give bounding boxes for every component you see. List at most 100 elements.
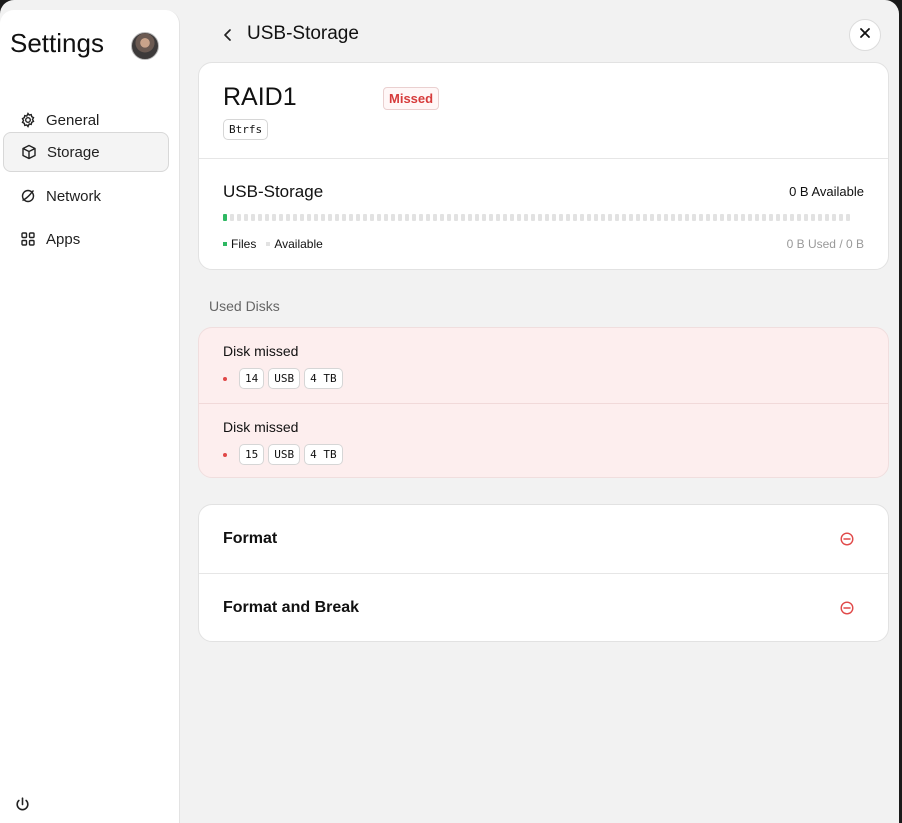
filesystem-tag: Btrfs — [223, 119, 269, 140]
usage-bar-segment — [811, 214, 815, 221]
list-item[interactable]: Disk missed 15 USB 4 TB — [199, 404, 888, 477]
usage-text: 0 B Used / 0 B — [786, 237, 864, 251]
available-text: 0 B Available — [789, 184, 864, 199]
available-legend-dot — [266, 242, 271, 246]
disk-meta: 15 USB 4 TB — [223, 444, 343, 465]
usage-bar-segment — [482, 214, 486, 221]
usage-bar-segment — [503, 214, 507, 221]
usage-bar-segment — [685, 214, 689, 221]
usage-bar-segment — [720, 214, 724, 221]
legend-files: Files — [231, 237, 257, 251]
close-icon — [859, 26, 871, 44]
usage-bar-segment — [573, 214, 577, 221]
usage-bar-segment — [832, 214, 836, 221]
usage-bar-segment — [608, 214, 612, 221]
sidebar-item-network[interactable]: Network — [3, 176, 169, 216]
usage-bar-segment — [265, 214, 269, 221]
sidebar-item-storage[interactable]: Storage — [3, 132, 169, 172]
usage-bar-segment — [223, 214, 227, 221]
usage-bar-segment — [748, 214, 752, 221]
usage-bar-segment — [454, 214, 458, 221]
close-button[interactable] — [849, 19, 881, 51]
usage-bar-segment — [797, 214, 801, 221]
usage-bar-segment — [545, 214, 549, 221]
format-and-break-button[interactable]: Format and Break — [199, 574, 888, 641]
usage-bar-segment — [426, 214, 430, 221]
usage-bar-segment — [300, 214, 304, 221]
usage-bar-segment — [391, 214, 395, 221]
usage-bar-segment — [237, 214, 241, 221]
usage-bar-segment — [615, 214, 619, 221]
usage-bar-segment — [321, 214, 325, 221]
list-item[interactable]: Disk missed 14 USB 4 TB — [199, 328, 888, 403]
usage-bar-segment — [587, 214, 591, 221]
usage-bar-segment — [328, 214, 332, 221]
usage-bar-segment — [846, 214, 850, 221]
usage-bar-segment — [412, 214, 416, 221]
usage-bar-segment — [818, 214, 822, 221]
usage-bar-segment — [286, 214, 290, 221]
disk-bus-tag: USB — [268, 444, 301, 465]
usage-bar-segment — [489, 214, 493, 221]
page-title: USB-Storage — [247, 23, 359, 44]
action-label: Format — [223, 530, 278, 547]
usage-bar-segment — [419, 214, 423, 221]
usage-bar-segment — [342, 214, 346, 221]
usage-bar-segment — [734, 214, 738, 221]
minus-circle-icon — [840, 532, 854, 546]
usage-bar-segment — [510, 214, 514, 221]
legend-available: Available — [274, 237, 323, 251]
divider — [199, 158, 888, 159]
usage-bar-segment — [622, 214, 626, 221]
usage-bar-segment — [566, 214, 570, 221]
usage-bar-segment — [314, 214, 318, 221]
usage-bar-segment — [664, 214, 668, 221]
usage-bar-segment — [678, 214, 682, 221]
sidebar-item-apps[interactable]: Apps — [3, 219, 169, 259]
usage-bar-segment — [384, 214, 388, 221]
usage-bar-segment — [377, 214, 381, 221]
usage-bar-segment — [349, 214, 353, 221]
sidebar-item-label: Network — [46, 187, 102, 205]
usage-bar-segment — [370, 214, 374, 221]
usage-bar-segment — [356, 214, 360, 221]
usage-bar-segment — [699, 214, 703, 221]
used-disks-label: Used Disks — [209, 298, 280, 314]
usage-bar-segment — [251, 214, 255, 221]
storage-name: USB-Storage — [223, 182, 324, 201]
status-badge: Missed — [383, 87, 440, 110]
power-icon[interactable] — [14, 796, 31, 813]
sidebar-item-label: Apps — [46, 230, 81, 248]
usage-bar-segment — [741, 214, 745, 221]
usage-bar-segment — [713, 214, 717, 221]
usage-bar-segment — [825, 214, 829, 221]
sidebar-item-label: Storage — [47, 143, 100, 161]
usage-bar-segment — [307, 214, 311, 221]
usage-bar-segment — [538, 214, 542, 221]
usage-bar-segment — [839, 214, 843, 221]
usage-bar-segment — [671, 214, 675, 221]
avatar[interactable] — [131, 32, 159, 60]
files-legend-dot — [223, 242, 227, 246]
sidebar: Settings General Storage Network Apps — [0, 10, 180, 823]
box-icon — [21, 144, 37, 160]
usage-bar-segment — [727, 214, 731, 221]
format-button[interactable]: Format — [199, 505, 888, 573]
disk-title: Disk missed — [223, 419, 299, 435]
usage-bar-segment — [657, 214, 661, 221]
globe-icon — [20, 188, 36, 204]
missing-status-dot — [223, 376, 227, 381]
sidebar-item-label: General — [46, 111, 100, 129]
usage-bar-segment — [804, 214, 808, 221]
disk-size-tag: 4 TB — [304, 444, 343, 465]
settings-window: Settings General Storage Network Apps US… — [0, 0, 899, 823]
usage-bar — [223, 214, 863, 222]
back-chevron-icon[interactable] — [220, 26, 236, 44]
usage-bar-segment — [776, 214, 780, 221]
usage-bar-segment — [594, 214, 598, 221]
usage-bar-segment — [517, 214, 521, 221]
usage-bar-segment — [475, 214, 479, 221]
disk-bus-tag: USB — [268, 368, 301, 389]
usage-bar-segment — [272, 214, 276, 221]
sidebar-title: Settings — [10, 28, 104, 58]
